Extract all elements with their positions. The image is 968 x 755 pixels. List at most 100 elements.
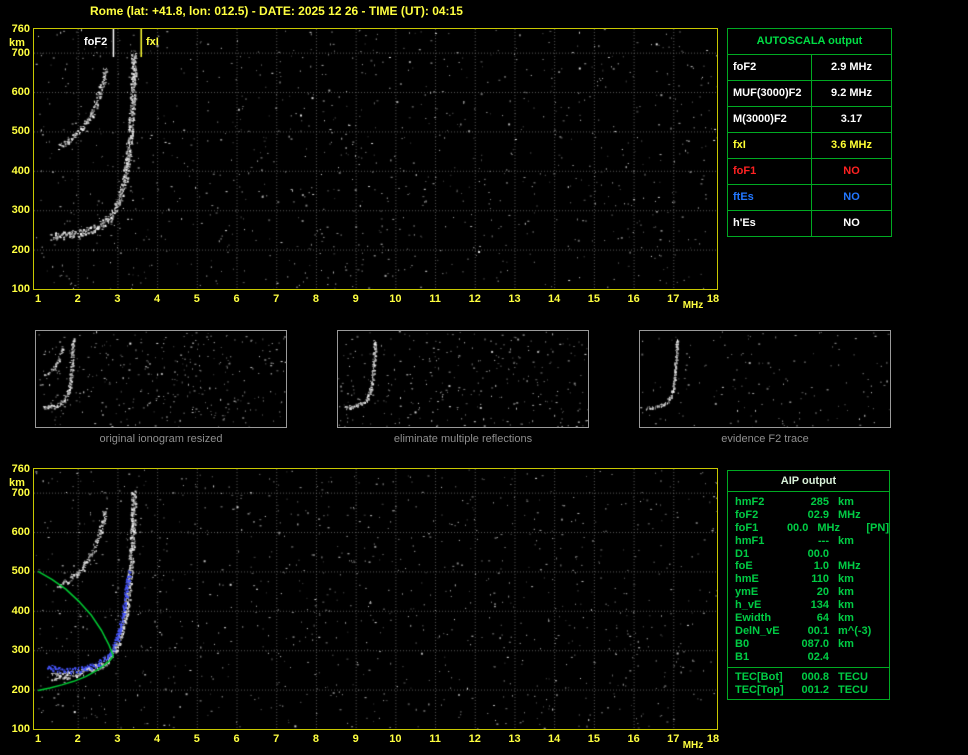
y-tick-label: 700 (11, 486, 30, 499)
autoscala-row-value: NO (843, 217, 860, 229)
aip-row-value: 02.4 (807, 650, 829, 663)
aip-tec-label: TEC[Top] (735, 684, 784, 697)
x-tick-label: 2 (74, 733, 81, 745)
x-tick-label: 16 (627, 733, 640, 745)
x-tick-label: 1 (34, 733, 42, 745)
aip-row-label: ymE (735, 586, 759, 599)
y-tick-label: 700 (11, 46, 30, 59)
x-tick-label: 6 (233, 293, 240, 305)
thumbnail-caption-multiples: eliminate multiple reflections (393, 433, 533, 445)
autoscala-row: h'Es NO (728, 210, 891, 236)
aip-row: hmE 110 km (735, 573, 889, 586)
autoscala-row-value: 3.17 (840, 113, 863, 125)
aip-row-label: foF1 (735, 521, 759, 534)
aip-row-value: 134 (810, 599, 829, 612)
aip-row: D1 00.0 (735, 548, 889, 561)
thumbnail-evidence-f2 (639, 330, 891, 428)
aip-row-unit: MHz (838, 560, 861, 573)
y-tick-label: 600 (11, 86, 30, 99)
x-tick-label: 5 (193, 293, 200, 305)
aip-row: B1 02.4 (735, 651, 889, 664)
autoscala-row-value: 3.6 MHz (831, 139, 872, 151)
aip-table-title: AIP output (728, 471, 889, 492)
x-tick-label: 12 (468, 733, 481, 745)
x-tick-label: 13 (508, 733, 521, 745)
x-tick-label: 4 (154, 293, 161, 305)
thumbnail-evidence-f2-canvas (640, 331, 890, 427)
y-tick-label: 300 (11, 204, 30, 217)
aip-row-unit: km (838, 637, 854, 650)
aip-tec-unit: TECU (838, 684, 868, 697)
autoscala-row: fxI 3.6 MHz (728, 132, 891, 158)
aip-row-value: 20 (816, 586, 829, 599)
thumbnail-eliminate-multiples-canvas (338, 331, 588, 427)
aip-row: hmF2 285 km (735, 496, 889, 509)
aip-tec-unit: TECU (838, 670, 868, 683)
x-tick-label: 8 (312, 293, 319, 305)
aip-table-body: hmF2 285 km foF2 02.9 MHz foF1 00.0 MHz [PN] hmF1-… (728, 492, 889, 664)
autoscala-row: foF2 2.9 MHz (728, 54, 891, 80)
page-title: Rome (lat: +41.8, lon: 012.5) - DATE: 20… (90, 4, 463, 18)
aip-row-label: h_vE (735, 599, 762, 612)
x-tick-label: 8 (312, 733, 319, 745)
x-tick-label: 11 (429, 293, 441, 305)
scaled-ionogram-canvas (34, 469, 717, 729)
x-tick-label: 7 (273, 733, 280, 745)
aip-tec-row: TEC[Bot] 000.8 TECU (735, 671, 889, 685)
autoscala-row-label: foF2 (728, 55, 812, 80)
thumbnail-caption-original: original ionogram resized (99, 433, 223, 445)
x-tick-label: 10 (389, 733, 402, 745)
aip-row-unit: km (838, 534, 854, 547)
aip-row-label: foF2 (735, 508, 759, 521)
autoscala-row-label: fxI (728, 133, 812, 158)
aip-row-value: 285 (810, 496, 829, 508)
y-tick-label: 600 (11, 526, 30, 539)
y-tick-label: 200 (11, 683, 30, 696)
scaled-ionogram-panel (33, 468, 718, 730)
x-tick-label: 15 (587, 293, 600, 305)
aip-row-label: hmF2 (735, 496, 765, 508)
aip-row-unit: km (838, 599, 854, 612)
autoscala-row-label: ftEs (728, 185, 812, 210)
aip-row-value: 00.0 (786, 521, 809, 534)
thumbnail-original-resized (35, 330, 287, 428)
y-tick-label: 300 (11, 644, 30, 657)
aip-row-unit: km (838, 586, 854, 599)
aip-row: Ewidth 64 km (735, 612, 889, 625)
thumbnail-caption-evidence: evidence F2 trace (721, 433, 809, 445)
y-tick-label: 100 (11, 723, 30, 735)
fxI-marker-label: fxI (146, 36, 159, 48)
thumbnail-eliminate-multiples (337, 330, 589, 428)
aip-row-label: B0 (735, 637, 750, 650)
x-tick-label: 16 (627, 293, 640, 305)
y-tick-label: 500 (11, 125, 30, 138)
aip-row-unit: m^(-3) (838, 624, 872, 637)
autoscala-table: AUTOSCALA output foF2 2.9 MHz MUF(3000)F2 9… (727, 28, 892, 237)
aip-row: h_vE 134 km (735, 599, 889, 612)
x-tick-label: 1 (34, 293, 42, 305)
recorded-ionogram-canvas (34, 29, 717, 289)
aip-row-value: 64 (816, 612, 829, 625)
y-tick-label: 760 (11, 463, 30, 475)
aip-row-label: B1 (735, 650, 750, 663)
aip-row-value: 110 (811, 573, 829, 586)
x-tick-label: 17 (667, 293, 680, 305)
autoscala-row-value: NO (843, 165, 860, 177)
aip-tec-value: 001.2 (801, 684, 829, 697)
aip-row-value: 00.0 (807, 547, 829, 560)
aip-row-unit: MHz (817, 521, 840, 534)
aip-row-value: 02.9 (807, 508, 829, 521)
aip-row-label: D1 (735, 547, 750, 560)
aip-tec-label: TEC[Bot] (735, 670, 783, 683)
x-tick-label: 10 (389, 293, 402, 305)
x-tick-label: 13 (508, 293, 521, 305)
x-tick-label: 14 (548, 733, 561, 745)
x-tick-label: 18 (706, 733, 720, 745)
x-tick-label: 3 (114, 733, 121, 745)
autoscala-row-value: 9.2 MHz (831, 87, 872, 99)
aip-row: B0 087.0 km (735, 638, 889, 651)
autoscala-table-body: foF2 2.9 MHz MUF(3000)F2 9.2 MHz M(3000)F2 3.… (728, 54, 891, 236)
x-tick-label: 3 (114, 293, 121, 305)
autoscala-row-label: MUF(3000)F2 (728, 81, 812, 106)
x-tick-label: 18 (706, 293, 720, 305)
